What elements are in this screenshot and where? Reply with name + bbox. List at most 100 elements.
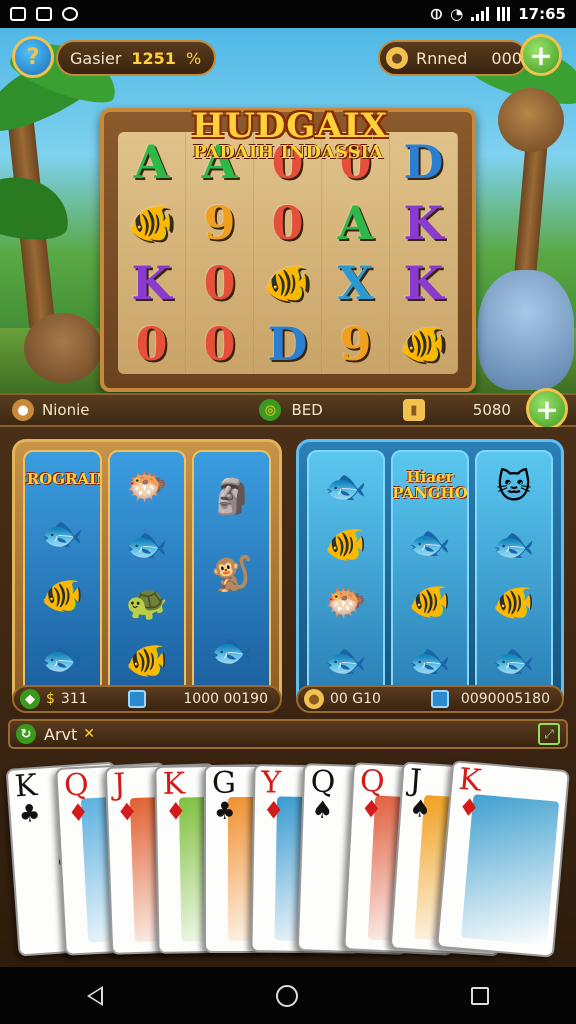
info-right-value: 5080 bbox=[472, 401, 511, 419]
cat-icon: 🐱 bbox=[496, 467, 532, 507]
left-machine-label: CROGRAIN bbox=[25, 470, 100, 489]
left-reel-1: CROGRAIN 🐟 🐠 🐟 bbox=[23, 450, 102, 698]
left-stat-icon: $ bbox=[46, 691, 55, 707]
status-bar: ⦶ ◔ 17:65 bbox=[0, 0, 576, 28]
gold-bar-icon: ▮ bbox=[402, 399, 425, 421]
slot-symbol: K bbox=[390, 192, 458, 253]
card-suit-icon: ♠ bbox=[408, 794, 432, 824]
card-suit-icon: ♣ bbox=[214, 797, 236, 825]
back-icon[interactable] bbox=[86, 985, 103, 1006]
game-screen: ⦶ ◔ 17:65 ? Gasier 1251 % ● Rnned 000 + … bbox=[0, 0, 576, 1024]
card-suit-icon: ♦ bbox=[164, 797, 187, 826]
card-suit-icon: ♠ bbox=[311, 795, 334, 825]
card-suit-icon: ♦ bbox=[115, 797, 139, 827]
left-stat-bar: ◆ $ 311 1000 00190 bbox=[12, 685, 282, 713]
clock: 17:65 bbox=[518, 5, 566, 23]
action-label: Arvt bbox=[44, 724, 78, 744]
slot-symbol: D bbox=[390, 132, 458, 193]
slot-symbol: 0 bbox=[186, 253, 254, 314]
fish-slot-left[interactable]: CROGRAIN 🐟 🐠 🐟 🐡 🐟 🐢 🐠 🗿 🐒 🐟 bbox=[12, 439, 282, 709]
fish-icon: 🐠 bbox=[408, 582, 452, 623]
fish-icon: 🐟 bbox=[492, 525, 536, 565]
fish-icon: 🐡 bbox=[324, 583, 368, 623]
refresh-icon[interactable]: ↻ bbox=[16, 724, 36, 744]
title-line-1: HUDGAIX bbox=[192, 106, 388, 146]
wifi-icon: ◔ bbox=[450, 5, 464, 23]
card-rank: G bbox=[212, 766, 236, 801]
boar-creature bbox=[24, 313, 102, 383]
right-stat-bar: ● 00 G10 0090005180 bbox=[296, 685, 564, 713]
action-bar: ↻ Arvt ✕ ⤢ bbox=[8, 719, 568, 749]
card-rank: Q bbox=[63, 767, 90, 804]
fish-icon: 🐟 bbox=[324, 641, 368, 681]
card-suit-icon: ♦ bbox=[359, 794, 383, 824]
bet-icon[interactable]: ◎ bbox=[259, 399, 282, 421]
fish-icon: 🐠 bbox=[125, 641, 169, 681]
score-pill: Gasier 1251 % bbox=[56, 40, 216, 76]
left-reel-2: 🐡 🐟 🐢 🐠 bbox=[107, 450, 187, 698]
slot-symbol: 0 bbox=[254, 192, 322, 253]
bear-creature bbox=[478, 270, 574, 390]
recents-icon[interactable] bbox=[471, 986, 490, 1005]
score-suffix: % bbox=[185, 48, 202, 68]
action-suffix-icon: ✕ bbox=[83, 726, 95, 742]
info-bar: ● Nionie ◎ BED ▮ 5080 bbox=[0, 393, 576, 427]
card-rank: K bbox=[13, 767, 39, 805]
square-icon bbox=[430, 690, 449, 708]
navigation-bar bbox=[0, 967, 576, 1024]
profile-button[interactable]: ? bbox=[12, 36, 54, 78]
card-rank: J bbox=[408, 762, 423, 799]
fish-icon: 🐟 bbox=[324, 467, 368, 507]
fish-icon: 🐟 bbox=[408, 640, 452, 681]
card-suit-icon: ♣ bbox=[17, 798, 42, 829]
fish-icon: 🐟 bbox=[41, 638, 84, 679]
slot-symbol: D bbox=[254, 313, 322, 374]
mask-icon: 🗿 bbox=[210, 476, 253, 517]
fish-icon: 🐡 bbox=[125, 467, 169, 507]
slot-symbol: 🐠 bbox=[118, 192, 186, 253]
slot-symbol: K bbox=[118, 253, 186, 314]
card-hand: K♣♣Q♦J♦K♦G♣Y♦Q♠♠Q♦J♠K♦ bbox=[0, 757, 576, 967]
fish-icon: 🐟 bbox=[408, 523, 452, 564]
card-rank: Y bbox=[261, 765, 282, 801]
right-stat-small: 00 G10 bbox=[330, 691, 381, 707]
fish-icon: 🐟 bbox=[125, 525, 169, 565]
vibrate-icon: ⦶ bbox=[431, 5, 443, 23]
info-left-label: Nionie bbox=[42, 401, 90, 419]
card-rank: J bbox=[112, 767, 127, 803]
fish-icon: 🐟 bbox=[492, 641, 536, 681]
expand-button[interactable]: ⤢ bbox=[538, 723, 560, 745]
slot-symbol: A bbox=[118, 132, 186, 193]
fish-icon: 🐠 bbox=[41, 576, 84, 617]
home-icon[interactable] bbox=[275, 984, 298, 1007]
coin-icon: ● bbox=[304, 689, 324, 709]
card-suit-icon: ♦ bbox=[262, 796, 285, 825]
coins-label: Rnned bbox=[416, 48, 468, 68]
add-coins-button[interactable]: + bbox=[520, 34, 562, 76]
slot-reels: A A 0 0 D 🐠 9 0 A K K 0 🐠 X K 0 0 D 9 🐠 bbox=[118, 132, 458, 374]
card-suit-icon: ♦ bbox=[66, 798, 90, 828]
turtle-icon: 🐢 bbox=[125, 583, 169, 623]
fish-icon: 🐠 bbox=[324, 525, 368, 565]
playing-card[interactable]: K ♦ bbox=[436, 760, 570, 958]
fish-slot-right[interactable]: 🐟 🐠 🐡 🐟 Hiaer PANGHO 🐟 🐠 🐟 🐱 🐟 🐠 🐟 bbox=[296, 439, 564, 709]
square-icon bbox=[127, 690, 146, 708]
robot-creature bbox=[498, 88, 564, 152]
slot-symbol: A bbox=[322, 192, 390, 253]
add-bet-button[interactable]: + bbox=[526, 388, 568, 430]
card-rank: K bbox=[162, 766, 186, 802]
gallery-icon bbox=[10, 7, 26, 21]
notification-icon bbox=[36, 7, 52, 21]
coin-icon: ● bbox=[386, 47, 408, 69]
jungle-scene: ? Gasier 1251 % ● Rnned 000 + A A 0 0 D 🐠 9 0 A K… bbox=[0, 28, 576, 393]
slot-symbol: X bbox=[322, 253, 390, 314]
fish-icon: 🐟 bbox=[41, 513, 84, 554]
right-reel-1: 🐟 🐠 🐡 🐟 bbox=[307, 450, 385, 698]
gem-icon: ◆ bbox=[20, 689, 40, 709]
monkey-icon: 🐒 bbox=[210, 553, 253, 594]
app-icon bbox=[62, 7, 78, 21]
score-label: Gasier bbox=[70, 48, 122, 68]
title-line-2: PADAIH INDASSIA bbox=[193, 142, 383, 163]
slot-symbol: 9 bbox=[322, 313, 390, 374]
fish-icon: 🐟 bbox=[210, 631, 253, 672]
